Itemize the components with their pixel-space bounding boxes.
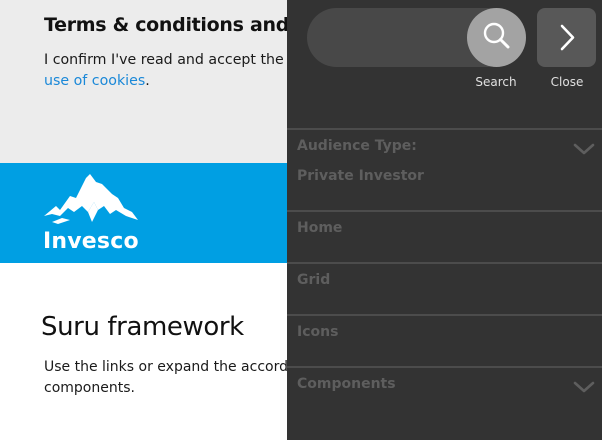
search-button[interactable] [467, 8, 526, 67]
suru-text-line: components. [44, 380, 135, 396]
suru-title: Suru framework [41, 312, 244, 342]
nav-item-home[interactable]: Home [287, 210, 602, 262]
nav-item-label: Icons [297, 324, 339, 340]
nav-item-label: Components [297, 376, 396, 392]
close-button-label: Close [550, 75, 584, 89]
nav-item-label: Home [297, 220, 343, 236]
nav-list: Audience Type: Private Investor Home Gri… [287, 128, 602, 418]
chevron-down-icon [573, 143, 595, 155]
suru-text-line: Use the links or expand the accordion [44, 359, 310, 375]
terms-text-line: I confirm I've read and accept the site [44, 52, 314, 68]
close-button[interactable] [537, 8, 596, 67]
nav-drawer: Search Close Audience Type: Private Inve… [287, 0, 602, 440]
mountain-logo-icon [44, 174, 138, 224]
cookies-link[interactable]: use of cookies [44, 73, 145, 89]
audience-type-value: Private Investor [297, 168, 424, 184]
chevron-down-icon [573, 381, 595, 393]
suru-text: Use the links or expand the accordion co… [44, 357, 310, 399]
nav-item-label: Grid [297, 272, 331, 288]
audience-type-label: Audience Type: [297, 138, 417, 154]
nav-item-icons[interactable]: Icons [287, 314, 602, 366]
terms-text: I confirm I've read and accept the site … [44, 50, 314, 92]
logo-wordmark: Invesco [43, 229, 139, 254]
nav-item-grid[interactable]: Grid [287, 262, 602, 314]
terms-text-end: . [145, 73, 150, 89]
search-button-label: Search [475, 75, 517, 89]
search-icon [483, 22, 510, 49]
audience-type-accordion[interactable]: Audience Type: Private Investor [287, 128, 602, 210]
chevron-right-icon [560, 24, 575, 51]
nav-item-components[interactable]: Components [287, 366, 602, 418]
